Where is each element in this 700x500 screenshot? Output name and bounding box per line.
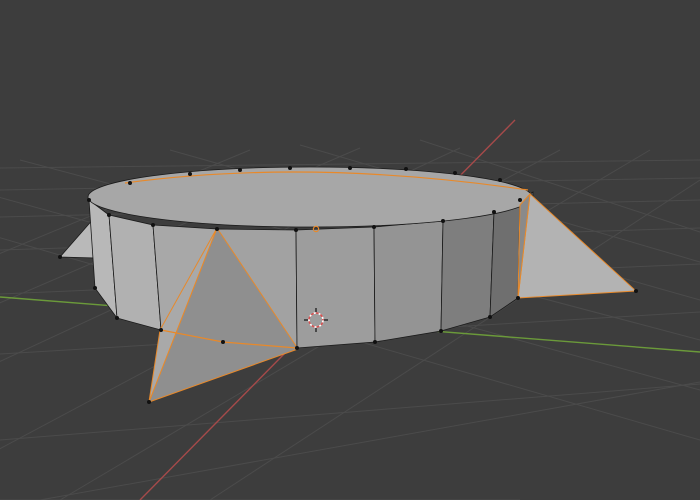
cylinder-top-face[interactable] (87, 166, 533, 228)
3d-viewport[interactable] (0, 0, 700, 500)
viewport-canvas[interactable] (0, 0, 700, 500)
spike-right[interactable] (517, 192, 638, 299)
